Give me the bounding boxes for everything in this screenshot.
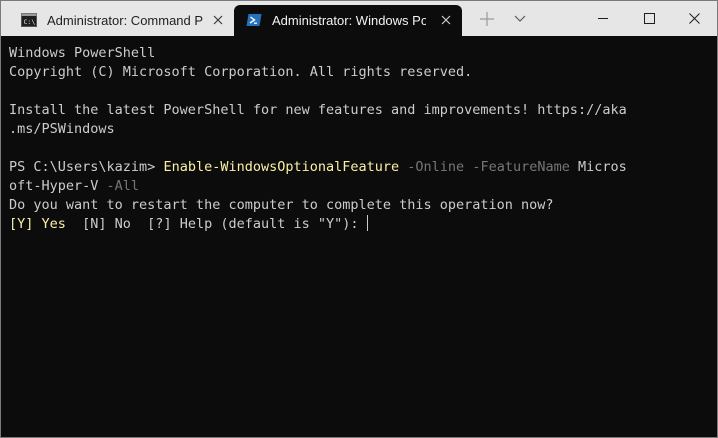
parameter-feature-name: -FeatureName bbox=[472, 159, 570, 175]
banner-line: Windows PowerShell bbox=[9, 45, 156, 61]
terminal-output[interactable]: Windows PowerShell Copyright (C) Microso… bbox=[1, 36, 717, 437]
tab-command-prompt[interactable]: C:\ Administrator: Command Prompt bbox=[9, 5, 231, 36]
install-notice-link-line: .ms/PSWindows bbox=[9, 121, 115, 137]
command-line-wrap: oft-Hyper-V -All bbox=[9, 177, 717, 196]
tab-windows-powershell[interactable]: Administrator: Windows PowerShell bbox=[234, 5, 462, 36]
tab-dropdown-button[interactable] bbox=[505, 1, 535, 36]
terminal-window: C:\ Administrator: Command Prompt Admini… bbox=[0, 0, 718, 438]
close-tab-icon[interactable] bbox=[209, 11, 227, 29]
choice-prompt: [Y] Yes [N] No [?] Help (default is "Y")… bbox=[9, 215, 717, 234]
copyright-line: Copyright (C) Microsoft Corporation. All… bbox=[9, 64, 473, 80]
cmdlet-name: Enable-WindowsOptionalFeature bbox=[163, 159, 400, 175]
tab-title: Administrator: Command Prompt bbox=[47, 13, 203, 28]
maximize-icon bbox=[644, 13, 655, 24]
close-tab-icon[interactable] bbox=[437, 11, 455, 29]
feature-name-value-wrap: oft-Hyper-V bbox=[9, 178, 99, 194]
close-icon bbox=[689, 13, 700, 24]
choice-options: [N] No [?] Help (default is "Y"): bbox=[65, 216, 367, 232]
text-cursor[interactable] bbox=[366, 215, 368, 231]
new-tab-icon bbox=[480, 12, 494, 26]
title-bar: C:\ Administrator: Command Prompt Admini… bbox=[1, 1, 717, 36]
parameter-online: -Online bbox=[407, 159, 465, 175]
new-tab-button[interactable] bbox=[471, 1, 503, 36]
install-notice-line: Install the latest PowerShell for new fe… bbox=[9, 102, 627, 118]
powershell-icon bbox=[246, 14, 262, 26]
cmd-icon: C:\ bbox=[21, 13, 37, 27]
parameter-all: -All bbox=[106, 178, 140, 194]
maximize-button[interactable] bbox=[626, 1, 672, 36]
chevron-down-icon bbox=[514, 15, 526, 22]
choice-yes: [Y] Yes bbox=[9, 216, 66, 232]
command-line: PS C:\Users\kazim> Enable-WindowsOptiona… bbox=[9, 158, 717, 177]
minimize-button[interactable] bbox=[580, 1, 626, 36]
tab-title: Administrator: Windows PowerShell bbox=[272, 13, 426, 28]
prompt: PS C:\Users\kazim> bbox=[9, 159, 164, 175]
svg-text:C:\: C:\ bbox=[24, 18, 36, 26]
feature-name-value: Micros bbox=[578, 159, 627, 175]
restart-question: Do you want to restart the computer to c… bbox=[9, 197, 554, 213]
close-window-button[interactable] bbox=[672, 1, 717, 36]
